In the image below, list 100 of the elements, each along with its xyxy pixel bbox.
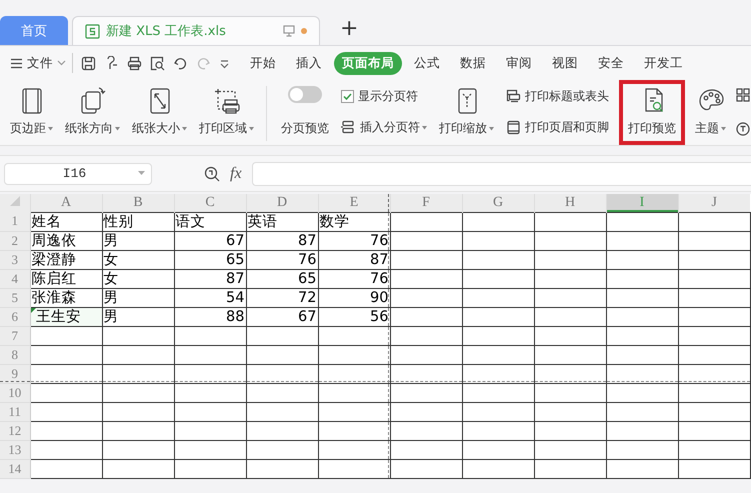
table-cell: 76 (318, 231, 390, 250)
row-header[interactable]: 4 (0, 269, 30, 288)
undo-icon[interactable] (173, 56, 188, 70)
ribbon-tab[interactable]: 插入 (288, 52, 330, 74)
header-footer-icon (506, 120, 521, 135)
chevron-down-icon (57, 60, 66, 66)
table-cell: 72 (246, 288, 318, 307)
column-header[interactable]: C (174, 194, 246, 212)
text-circle-icon[interactable] (736, 122, 750, 136)
row-header[interactable]: 12 (0, 421, 30, 440)
row-header[interactable]: 6 (0, 307, 30, 326)
table-cell: 陈启红 (30, 269, 102, 288)
column-header[interactable]: D (246, 194, 318, 212)
table-cell: 女 (102, 269, 174, 288)
row-header[interactable]: 11 (0, 402, 30, 421)
column-header[interactable]: I (606, 194, 678, 212)
row-header[interactable]: 13 (0, 440, 30, 459)
row-header[interactable]: 14 (0, 459, 30, 478)
zoom-icon[interactable] (204, 166, 220, 182)
table-cell: 周逸依 (30, 231, 102, 250)
error-indicator (31, 308, 36, 312)
table-cell: 男 (102, 231, 174, 250)
table-cell: 梁澄静 (30, 250, 102, 269)
column-header[interactable]: B (102, 194, 174, 212)
table-cell: 76 (318, 269, 390, 288)
toggle-switch[interactable] (288, 86, 322, 103)
monitor-icon (283, 25, 295, 37)
table-cell: 性别 (102, 212, 174, 231)
ribbon-button[interactable]: 打印缩放 (433, 80, 500, 145)
print-area-icon (212, 86, 240, 116)
row-header[interactable]: 7 (0, 326, 30, 345)
table-cell: 90 (318, 288, 390, 307)
row-header[interactable]: 3 (0, 250, 30, 269)
row-header[interactable]: 2 (0, 231, 30, 250)
ribbon-tab[interactable]: 视图 (544, 52, 586, 74)
tab[interactable]: 首页 (0, 16, 68, 45)
spreadsheet-icon (85, 24, 100, 38)
table-cell: 男 (102, 307, 174, 326)
row-header[interactable]: 5 (0, 288, 30, 307)
ribbon-tab[interactable]: 公式 (406, 52, 448, 74)
ribbon-button[interactable]: 打印页眉和页脚 (506, 119, 609, 136)
checkbox[interactable]: 显示分页符 (341, 88, 427, 105)
file-menu-button[interactable]: 文件 (10, 54, 66, 72)
formula-input[interactable] (252, 162, 751, 186)
dropdown-icon (138, 171, 145, 176)
ribbon-button[interactable]: 纸张方向 (59, 80, 126, 145)
ribbon-button[interactable]: 主题 (689, 80, 732, 145)
ribbon-button[interactable]: 打印预览 (619, 80, 685, 145)
row-header[interactable]: 9 (0, 364, 30, 383)
table-cell: 76 (246, 250, 318, 269)
ribbon-tab[interactable]: 开发工 (636, 52, 691, 74)
ribbon-button[interactable]: 纸张大小 (126, 80, 193, 145)
print-icon[interactable] (127, 56, 142, 70)
table-cell: 67 (174, 231, 246, 250)
toggle-button[interactable]: 分页预览 (275, 80, 335, 145)
menu-icon (10, 58, 23, 68)
column-header[interactable]: G (462, 194, 534, 212)
new-tab-button[interactable]: + (340, 16, 358, 41)
table-cell: 54 (174, 288, 246, 307)
checkbox-square[interactable] (341, 90, 354, 103)
print-preview-icon[interactable] (150, 56, 165, 70)
ribbon-tab[interactable]: 数据 (452, 52, 494, 74)
ribbon-tab[interactable]: 审阅 (498, 52, 540, 74)
name-box[interactable]: I16 (4, 162, 152, 184)
row-header[interactable]: 1 (0, 212, 30, 231)
ribbon-tab[interactable]: 安全 (590, 52, 632, 74)
column-header[interactable]: H (534, 194, 606, 212)
tab[interactable]: 新建 XLS 工作表.xls (72, 16, 320, 45)
column-header[interactable]: J (678, 194, 750, 212)
table-cell: 87 (318, 250, 390, 269)
function-label[interactable]: fx (230, 164, 242, 182)
table-cell: 数学 (318, 212, 390, 231)
table-cell: 87 (246, 231, 318, 250)
table-cell: 英语 (246, 212, 318, 231)
ribbon-tab[interactable]: 页面布局 (334, 52, 402, 74)
column-header[interactable]: F (390, 194, 462, 212)
ribbon-button[interactable]: 插入分页符 (341, 119, 427, 136)
save-icon[interactable] (81, 56, 96, 70)
page-orientation-icon (78, 86, 106, 116)
print-title-icon (506, 89, 521, 104)
table-cell: 张淮森 (30, 288, 102, 307)
table-cell: 王生安 (30, 307, 102, 326)
grid-icon[interactable] (736, 88, 750, 102)
table-cell: 87 (174, 269, 246, 288)
ribbon-button[interactable]: 打印区域 (193, 80, 260, 145)
row-header[interactable]: 10 (0, 383, 30, 402)
table-cell: 56 (318, 307, 390, 326)
row-header[interactable]: 8 (0, 345, 30, 364)
page-break-icon (341, 120, 356, 135)
column-header[interactable]: E (318, 194, 390, 212)
column-header[interactable]: A (30, 194, 102, 212)
table-cell: 语文 (174, 212, 246, 231)
table-cell: 男 (102, 288, 174, 307)
table-cell: 65 (174, 250, 246, 269)
table-cell: 65 (246, 269, 318, 288)
ribbon-button[interactable]: 页边距 (4, 80, 59, 145)
table-cell: 88 (174, 307, 246, 326)
ribbon-tab[interactable]: 开始 (242, 52, 284, 74)
ribbon-button[interactable]: 打印标题或表头 (506, 88, 609, 105)
table-cell: 67 (246, 307, 318, 326)
